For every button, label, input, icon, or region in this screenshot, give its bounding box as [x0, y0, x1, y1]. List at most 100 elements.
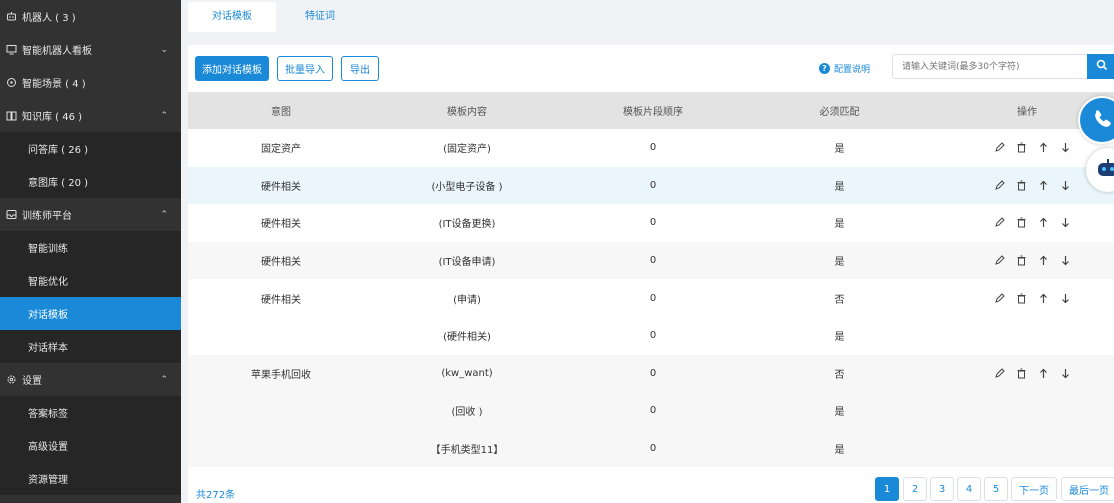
sidebar-item-label: 资源管理	[28, 475, 68, 486]
export-button[interactable]: 导出	[341, 56, 379, 81]
move-down-icon[interactable]	[1058, 141, 1072, 155]
chevron-down-icon: ⌄	[160, 44, 168, 55]
chatbot-icon	[1095, 156, 1114, 185]
cell-order: 0	[649, 367, 657, 379]
cell-content: (kw_want)	[441, 367, 493, 379]
move-down-icon[interactable]	[1058, 291, 1072, 305]
table-row: (回收 ) 0 是	[188, 392, 1114, 430]
cell-content: (回收 )	[451, 407, 483, 419]
edit-icon[interactable]	[992, 254, 1006, 268]
sidebar-item-dashboard[interactable]: 智能机器人看板 ⌄	[0, 33, 181, 66]
sidebar-item-settings[interactable]: 设置 ⌃	[0, 363, 181, 396]
edit-icon[interactable]	[992, 366, 1006, 380]
sidebar-item-smart-training[interactable]: 智能训练	[0, 231, 181, 264]
table-row: 固定资产 (固定资产) 0 是	[188, 129, 1114, 167]
move-up-icon[interactable]	[1036, 141, 1050, 155]
cell-must-match: 是	[834, 181, 845, 193]
search-icon	[1096, 59, 1108, 74]
cell-content: (固定资产)	[443, 144, 491, 156]
move-up-icon[interactable]	[1036, 254, 1050, 268]
tab-bar: 对话模板 特征词	[188, 2, 364, 34]
header-order: 模板片段顺序	[623, 107, 683, 118]
tab-dialog-template[interactable]: 对话模板	[188, 2, 276, 32]
move-up-icon[interactable]	[1036, 216, 1050, 230]
header-must-match: 必须匹配	[819, 107, 860, 118]
sidebar-item-dialog-template[interactable]: 对话模板	[0, 297, 181, 330]
cell-content: (硬件相关)	[443, 332, 491, 344]
edit-icon[interactable]	[992, 216, 1006, 230]
tab-feature-words[interactable]: 特征词	[276, 2, 364, 32]
sidebar-item-label: 意图库 ( 20 )	[28, 178, 89, 189]
next-page-button[interactable]: 下一页	[1011, 477, 1057, 501]
batch-import-button[interactable]: 批量导入	[277, 56, 333, 81]
cell-order: 0	[649, 330, 657, 342]
sidebar-item-advanced[interactable]: 高级设置	[0, 429, 181, 462]
table-header: 意图 模板内容 模板片段顺序 必须匹配 操作	[188, 92, 1114, 129]
inbox-icon	[6, 209, 17, 220]
add-template-button[interactable]: 添加对话模板	[195, 56, 269, 81]
search-input[interactable]	[892, 54, 1088, 79]
robot-icon	[6, 11, 17, 22]
sidebar-item-qa[interactable]: 问答库 ( 26 )	[0, 132, 181, 165]
phone-icon	[1091, 108, 1113, 133]
delete-icon[interactable]	[1014, 216, 1028, 230]
sidebar-item-resources[interactable]: 资源管理	[0, 462, 181, 495]
page-3-button[interactable]: 3	[930, 477, 954, 501]
delete-icon[interactable]	[1014, 141, 1028, 155]
cell-must-match: 是	[834, 257, 845, 269]
edit-icon[interactable]	[992, 291, 1006, 305]
search-button[interactable]	[1087, 54, 1114, 79]
cell-content: (小型电子设备 )	[431, 181, 503, 193]
chevron-up-icon: ⌃	[160, 209, 168, 220]
delete-icon[interactable]	[1014, 291, 1028, 305]
table-row: 【手机类型11】 0 是	[188, 429, 1114, 468]
main-area: 对话模板 特征词 添加对话模板 批量导入 导出 ? 配置说明 意图 模板内容 模…	[181, 0, 1114, 503]
cell-actions	[933, 141, 1114, 155]
sidebar-item-scenes[interactable]: 智能场景 ( 4 )	[0, 66, 181, 99]
scene-icon	[6, 77, 17, 88]
move-down-icon[interactable]	[1058, 254, 1072, 268]
sidebar-item-label: 对话模板	[28, 310, 68, 321]
move-up-icon[interactable]	[1036, 291, 1050, 305]
move-down-icon[interactable]	[1058, 178, 1072, 192]
sidebar-item-knowledge[interactable]: 知识库 ( 46 ) ⌃	[0, 99, 181, 132]
cell-intent: 固定资产	[261, 144, 301, 156]
move-down-icon[interactable]	[1058, 216, 1072, 230]
table-row: (硬件相关) 0 是	[188, 317, 1114, 355]
delete-icon[interactable]	[1014, 254, 1028, 268]
cell-order: 0	[649, 443, 657, 455]
page-5-button[interactable]: 5	[984, 477, 1008, 501]
move-up-icon[interactable]	[1036, 366, 1050, 380]
sidebar-item-robots[interactable]: 机器人 ( 3 )	[0, 0, 181, 33]
page-2-button[interactable]: 2	[903, 477, 927, 501]
sidebar-item-label: 高级设置	[28, 442, 68, 453]
delete-icon[interactable]	[1014, 178, 1028, 192]
sidebar-item-label: 训练师平台	[22, 211, 72, 222]
last-page-button[interactable]: 最后一页	[1061, 477, 1114, 501]
sidebar-item-dialog-sample[interactable]: 对话样本	[0, 330, 181, 363]
sidebar-item-answer-tags[interactable]: 答案标签	[0, 396, 181, 429]
table-row: 硬件相关 (小型电子设备 ) 0 是	[188, 166, 1114, 205]
cell-actions	[933, 216, 1114, 230]
move-down-icon[interactable]	[1058, 366, 1072, 380]
sidebar-item-label: 答案标签	[28, 409, 68, 420]
delete-icon[interactable]	[1014, 366, 1028, 380]
config-help-link[interactable]: ? 配置说明	[819, 62, 870, 75]
page-1-button[interactable]: 1	[875, 477, 899, 501]
edit-icon[interactable]	[992, 178, 1006, 192]
sidebar-item-intents[interactable]: 意图库 ( 20 )	[0, 165, 181, 198]
sidebar-item-trainer[interactable]: 训练师平台 ⌃	[0, 198, 181, 231]
chevron-up-icon: ⌃	[160, 374, 168, 385]
move-up-icon[interactable]	[1036, 178, 1050, 192]
sidebar-item-label: 智能优化	[28, 277, 68, 288]
cell-intent: 硬件相关	[261, 181, 301, 193]
cell-intent: 硬件相关	[261, 219, 301, 231]
sidebar-item-label: 智能机器人看板	[22, 46, 92, 57]
page-4-button[interactable]: 4	[957, 477, 981, 501]
sidebar-item-label: 问答库 ( 26 )	[28, 145, 89, 156]
sidebar-item-smart-optimize[interactable]: 智能优化	[0, 264, 181, 297]
toolbar: 添加对话模板 批量导入 导出 ? 配置说明	[188, 45, 1114, 92]
edit-icon[interactable]	[992, 141, 1006, 155]
table-row: 苹果手机回收 (kw_want) 0 否	[188, 354, 1114, 393]
cell-actions	[933, 291, 1114, 305]
